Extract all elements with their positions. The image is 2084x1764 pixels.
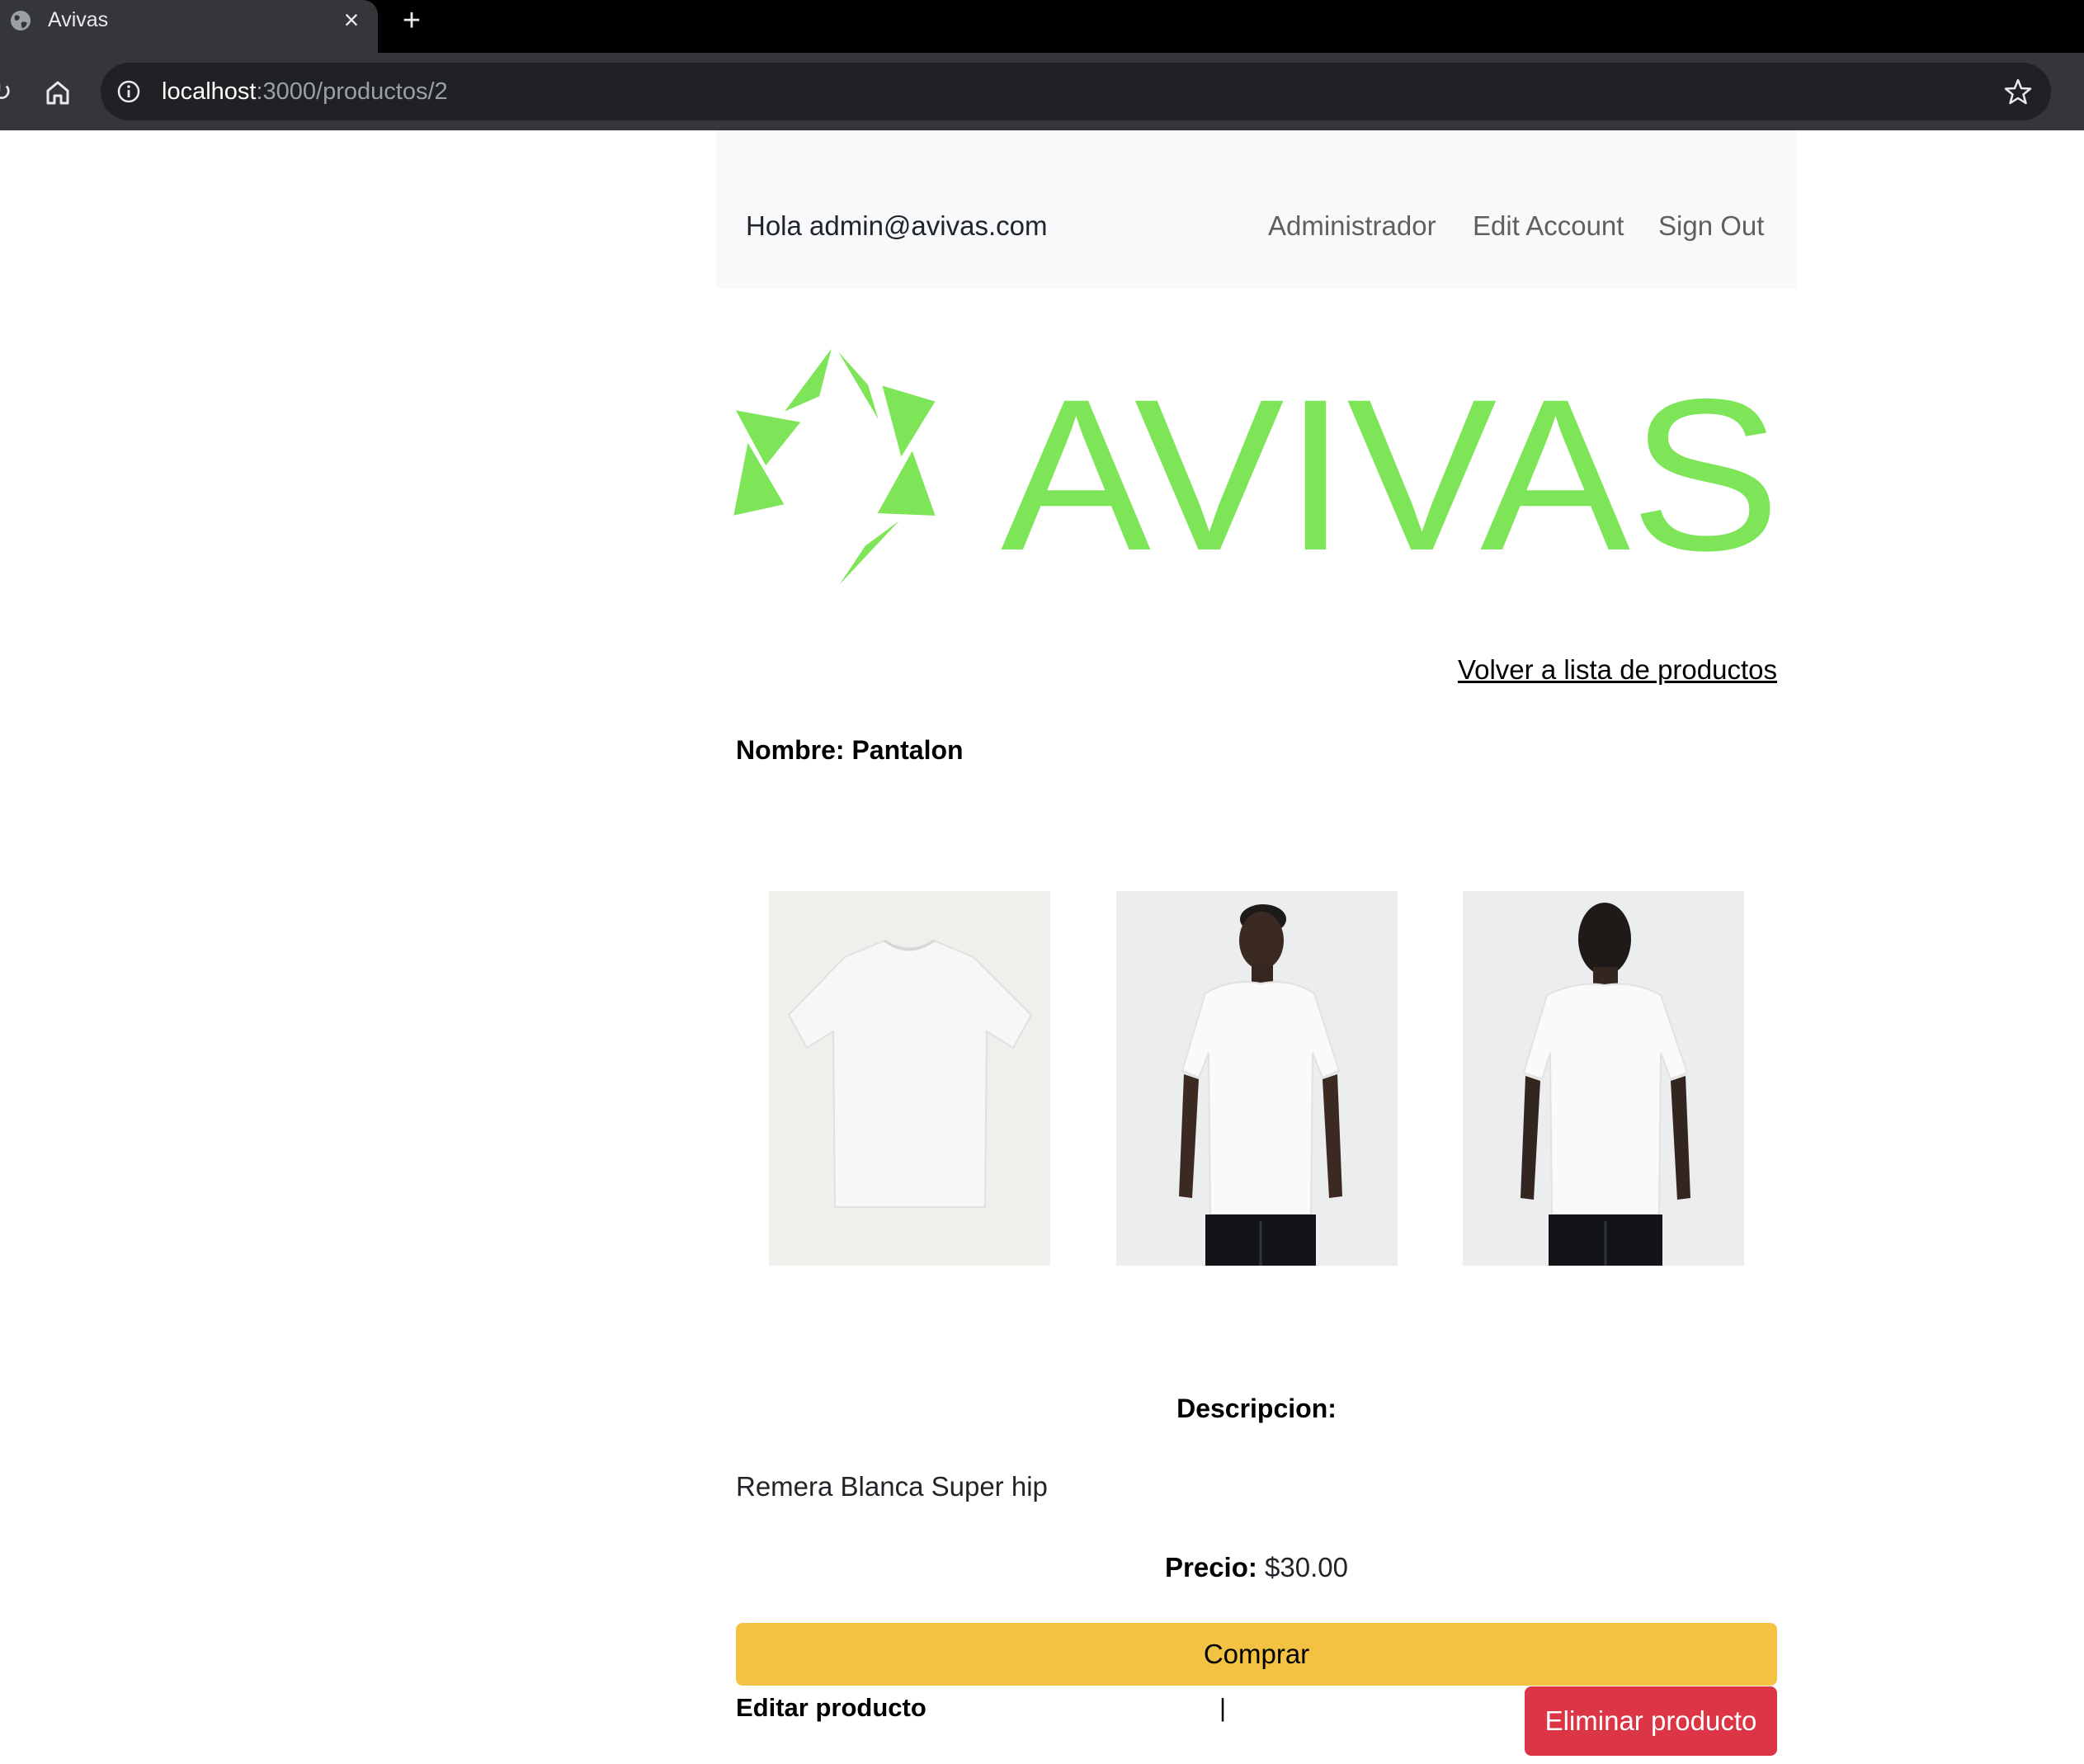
page-viewport: Hola admin@avivas.com Administrador Edit…: [0, 130, 2084, 1764]
nav-link-sign-out[interactable]: Sign Out: [1658, 210, 1764, 243]
avivas-logo-mark: [733, 344, 938, 591]
price-line: Precio: $30.00: [716, 1551, 1797, 1584]
product-image-2[interactable]: [1116, 891, 1398, 1266]
site-navbar: Hola admin@avivas.com Administrador Edit…: [716, 130, 1797, 289]
product-name: Nombre: Pantalon: [736, 735, 964, 765]
url-text: localhost:3000/productos/2: [162, 78, 448, 105]
avivas-logo: AVIVAS: [733, 344, 1780, 591]
product-image-3[interactable]: [1463, 891, 1744, 1266]
tab-title: Avivas: [48, 8, 109, 31]
description-label: Descripcion:: [1176, 1394, 1337, 1423]
browser-tab[interactable]: Avivas ×: [0, 0, 378, 53]
nav-link-edit-account[interactable]: Edit Account: [1473, 210, 1624, 243]
nav-link-administrador[interactable]: Administrador: [1268, 210, 1436, 243]
browser-tab-strip: Avivas × +: [0, 0, 2084, 53]
reload-icon[interactable]: ↻: [0, 78, 13, 106]
close-icon[interactable]: ×: [338, 7, 365, 33]
price-value: $30.00: [1265, 1552, 1348, 1582]
delete-product-button[interactable]: Eliminar producto: [1525, 1686, 1777, 1756]
price-label: Precio:: [1165, 1552, 1257, 1582]
user-greeting: Hola admin@avivas.com: [746, 210, 1048, 241]
product-image-1[interactable]: [769, 891, 1050, 1266]
content-container: Hola admin@avivas.com Administrador Edit…: [716, 130, 1797, 1764]
product-gallery: [716, 891, 1797, 1267]
logo-wordmark: AVIVAS: [1001, 354, 1780, 591]
action-separator: |: [1219, 1693, 1227, 1722]
globe-icon: [11, 11, 31, 31]
info-icon[interactable]: [116, 78, 142, 105]
plus-icon[interactable]: +: [396, 5, 427, 36]
address-bar[interactable]: localhost:3000/productos/2: [101, 63, 2051, 120]
edit-product-link[interactable]: Editar producto: [736, 1691, 926, 1724]
url-path: :3000/productos/2: [256, 78, 448, 105]
star-icon[interactable]: [2003, 77, 2033, 106]
product-description: Remera Blanca Super hip: [736, 1471, 1048, 1502]
home-icon[interactable]: [41, 76, 74, 109]
browser-toolbar: ↻ localhost:3000/productos/2: [0, 53, 2084, 130]
back-to-products-link[interactable]: Volver a lista de productos: [1458, 653, 1777, 686]
buy-button[interactable]: Comprar: [736, 1623, 1777, 1686]
url-host: localhost: [162, 78, 257, 105]
